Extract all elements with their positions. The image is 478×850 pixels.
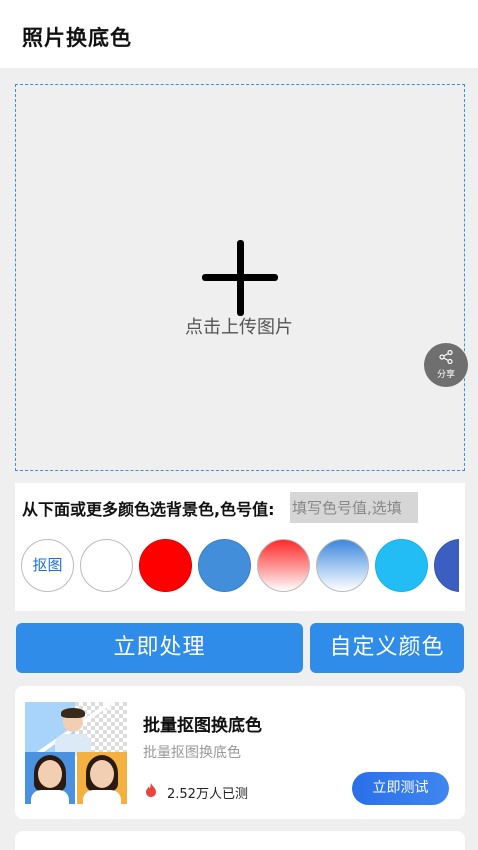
swatch-white[interactable] xyxy=(80,539,133,592)
swatch-blue-gradient[interactable] xyxy=(316,539,369,592)
share-label: 分享 xyxy=(436,370,455,380)
promo-thumbnail xyxy=(25,702,127,804)
app-header: 照片换底色 xyxy=(0,0,478,68)
next-card xyxy=(15,831,465,850)
share-icon xyxy=(439,350,453,364)
page-title: 照片换底色 xyxy=(22,26,132,50)
promo-subtitle: 批量抠图换底色 xyxy=(143,745,241,761)
swatch-cutout[interactable]: 抠图 xyxy=(21,539,74,592)
color-panel: 从下面或更多颜色选背景色,色号值: 抠图 xyxy=(15,483,465,611)
upload-label: 点击上传图片 xyxy=(185,317,293,338)
share-button[interactable]: 分享 xyxy=(424,343,468,387)
swatch-dark-blue[interactable] xyxy=(434,539,459,592)
swatch-blue[interactable] xyxy=(198,539,251,592)
custom-color-button[interactable]: 自定义颜色 xyxy=(310,623,464,673)
swatch-sky-blue[interactable] xyxy=(375,539,428,592)
promo-title: 批量抠图换底色 xyxy=(143,716,262,736)
color-label: 从下面或更多颜色选背景色,色号值: xyxy=(22,500,275,519)
color-code-input[interactable] xyxy=(290,492,418,523)
try-now-button[interactable]: 立即测试 xyxy=(352,772,449,805)
swatch-red-gradient[interactable] xyxy=(257,539,310,592)
batch-cutout-card[interactable]: 批量抠图换底色 批量抠图换底色 2.52万人已测 立即测试 xyxy=(15,686,465,819)
fire-icon xyxy=(146,783,156,797)
swatch-red[interactable] xyxy=(139,539,192,592)
plus-icon[interactable] xyxy=(202,240,278,316)
process-button[interactable]: 立即处理 xyxy=(16,623,303,673)
color-swatches: 抠图 xyxy=(21,539,459,593)
tested-count: 2.52万人已测 xyxy=(167,787,248,802)
